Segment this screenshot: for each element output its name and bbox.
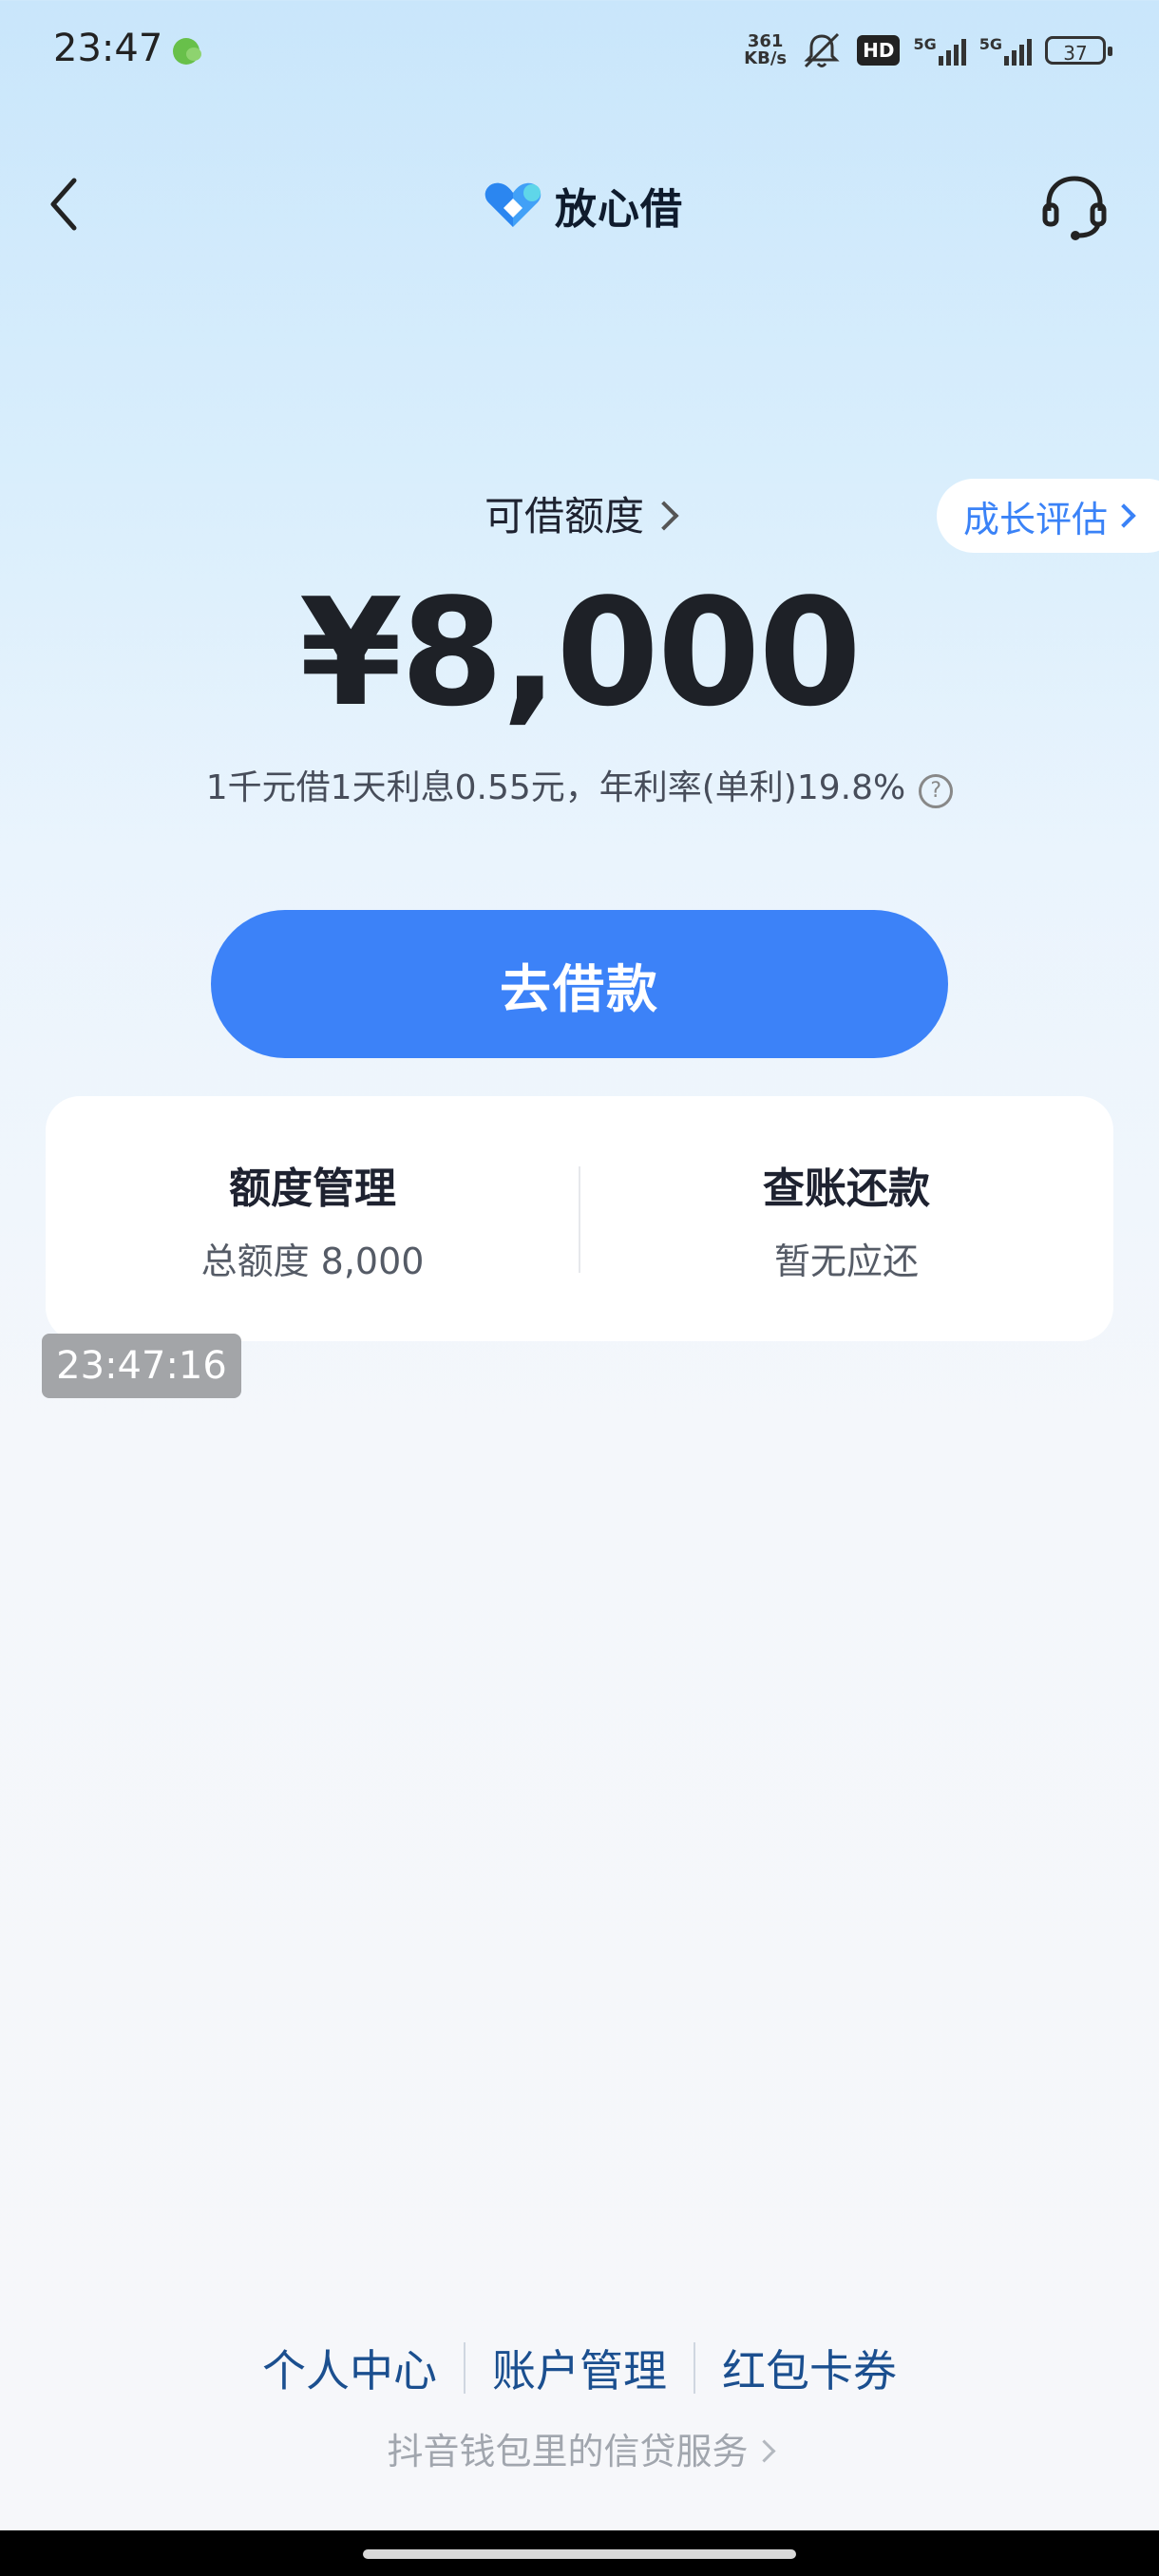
brand-logo-icon: [484, 182, 542, 227]
interest-rate-text: 1千元借1天利息0.55元，年利率(单利)19.8%: [205, 768, 906, 807]
timestamp-badge: 23:47:16: [42, 1334, 241, 1398]
net-speed: 361 KB/s: [744, 31, 788, 68]
status-icons: 361 KB/s HD 5G 5G 37: [744, 28, 1112, 72]
repayment-status-text: 暂无应还: [773, 1240, 919, 1282]
home-indicator[interactable]: [363, 2549, 796, 2559]
footer-link-personal-center[interactable]: 个人中心: [262, 2337, 437, 2399]
growth-evaluation-label: 成长评估: [963, 498, 1109, 540]
headset-icon: [1042, 176, 1107, 240]
wechat-icon: [173, 38, 201, 65]
footer-link-coupons[interactable]: 红包卡券: [722, 2337, 897, 2399]
interest-rate-info: 1千元借1天利息0.55元，年利率(单利)19.8%?: [0, 760, 1159, 809]
limit-management-title: 额度管理: [229, 1164, 396, 1213]
limit-amount: ¥8,000: [299, 566, 862, 739]
back-button[interactable]: [44, 171, 101, 237]
status-time: 23:47: [53, 27, 163, 70]
mute-bell-icon: [804, 32, 840, 68]
battery-icon: 37: [1045, 36, 1112, 65]
limit-management-button[interactable]: 额度管理 总额度 8,000: [46, 1096, 580, 1341]
bill-repayment-button[interactable]: 查账还款 暂无应还: [580, 1096, 1113, 1341]
help-icon[interactable]: ?: [919, 774, 954, 808]
chevron-right-icon: [751, 2439, 776, 2463]
wallet-credit-text: 抖音钱包里的信贷服务: [387, 2431, 749, 2472]
chevron-right-icon: [649, 501, 679, 531]
signal-icon-2: 5G: [979, 35, 1032, 66]
wallet-credit-link[interactable]: 抖音钱包里的信贷服务: [0, 2422, 1159, 2474]
back-arrow-icon: [50, 178, 77, 231]
footer-divider: [464, 2342, 466, 2394]
bill-repayment-title: 查账还款: [763, 1164, 930, 1213]
footer-links: 个人中心 账户管理 红包卡券: [0, 2337, 1159, 2399]
growth-evaluation-button[interactable]: 成长评估: [937, 479, 1159, 553]
signal-icon-1: 5G: [913, 35, 966, 66]
available-limit-label: 可借额度: [484, 493, 644, 540]
brand-name: 放心借: [555, 185, 683, 234]
brand: 放心借: [483, 177, 683, 234]
actions-card: 额度管理 总额度 8,000 查账还款 暂无应还: [46, 1096, 1113, 1341]
footer-link-account-management[interactable]: 账户管理: [492, 2337, 667, 2399]
borrow-button[interactable]: 去借款: [211, 910, 948, 1058]
hd-badge: HD: [857, 35, 901, 66]
footer-divider: [694, 2342, 695, 2394]
total-limit-text: 总额度 8,000: [200, 1240, 425, 1282]
chevron-right-icon: [1112, 503, 1136, 528]
customer-service-button[interactable]: [1037, 169, 1112, 243]
